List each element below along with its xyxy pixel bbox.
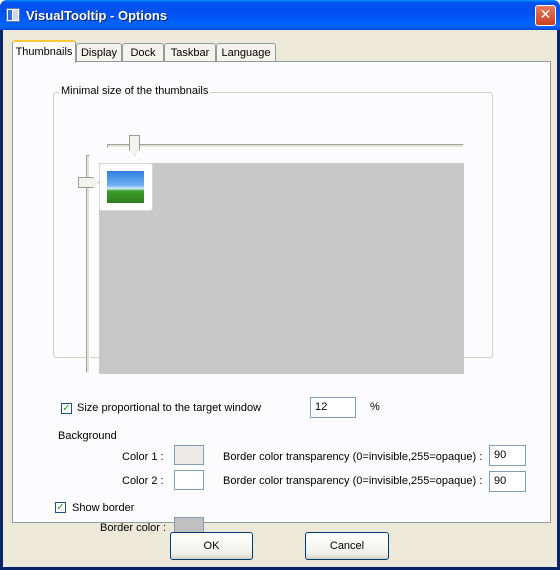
color2-label: Color 2 : (122, 475, 164, 487)
color1-label: Color 1 : (122, 451, 164, 463)
tab-display[interactable]: Display (76, 43, 122, 62)
thumbnails-panel: Minimal size of the thumbnails ✓ Size pr… (12, 61, 551, 536)
cancel-button[interactable]: Cancel (305, 532, 389, 560)
tab-language-label: Language (221, 47, 271, 59)
tab-taskbar-label: Taskbar (170, 47, 210, 59)
border-color-label: Border color : (100, 522, 167, 534)
percent-unit-label: % (370, 401, 380, 413)
dialog-body: Thumbnails Display Dock Taskbar Language… (3, 30, 557, 567)
tab-taskbar[interactable]: Taskbar (164, 43, 216, 62)
size-percent-input[interactable]: 12 (310, 397, 356, 418)
desktop-wallpaper-image (107, 171, 144, 203)
size-proportional-checkbox[interactable]: ✓ (61, 403, 72, 414)
tab-language[interactable]: Language (216, 43, 276, 62)
options-window: VisualTooltip - Options ✕ Thumbnails Dis… (0, 0, 560, 570)
thumbnail-preview (99, 163, 153, 211)
size-proportional-label: Size proportional to the target window (77, 402, 262, 414)
minimal-size-group-title: Minimal size of the thumbnails (59, 85, 211, 97)
tab-display-label: Display (80, 47, 118, 59)
color1-swatch[interactable] (174, 445, 204, 465)
color1-transparency-input[interactable]: 90 (489, 445, 526, 466)
ok-button[interactable]: OK (170, 532, 253, 560)
thumbnail-preview-area (99, 163, 464, 374)
tab-thumbnails-label: Thumbnails (15, 46, 73, 58)
tab-dock-label: Dock (130, 47, 156, 59)
tab-thumbnails[interactable]: Thumbnails (12, 40, 76, 63)
title-bar[interactable]: VisualTooltip - Options ✕ (0, 0, 560, 30)
color2-swatch[interactable] (174, 470, 204, 490)
color2-transparency-label: Border color transparency (0=invisible,2… (223, 475, 483, 487)
background-label: Background (58, 430, 117, 442)
tab-dock[interactable]: Dock (122, 43, 164, 62)
show-border-label: Show border (72, 502, 135, 514)
show-border-checkbox[interactable]: ✓ (55, 502, 66, 513)
app-window-icon (6, 8, 20, 22)
window-title: VisualTooltip - Options (26, 8, 168, 23)
color2-transparency-input[interactable]: 90 (489, 471, 526, 492)
width-slider-track[interactable] (107, 144, 464, 148)
close-button[interactable]: ✕ (535, 5, 556, 26)
color1-transparency-label: Border color transparency (0=invisible,2… (223, 451, 483, 463)
